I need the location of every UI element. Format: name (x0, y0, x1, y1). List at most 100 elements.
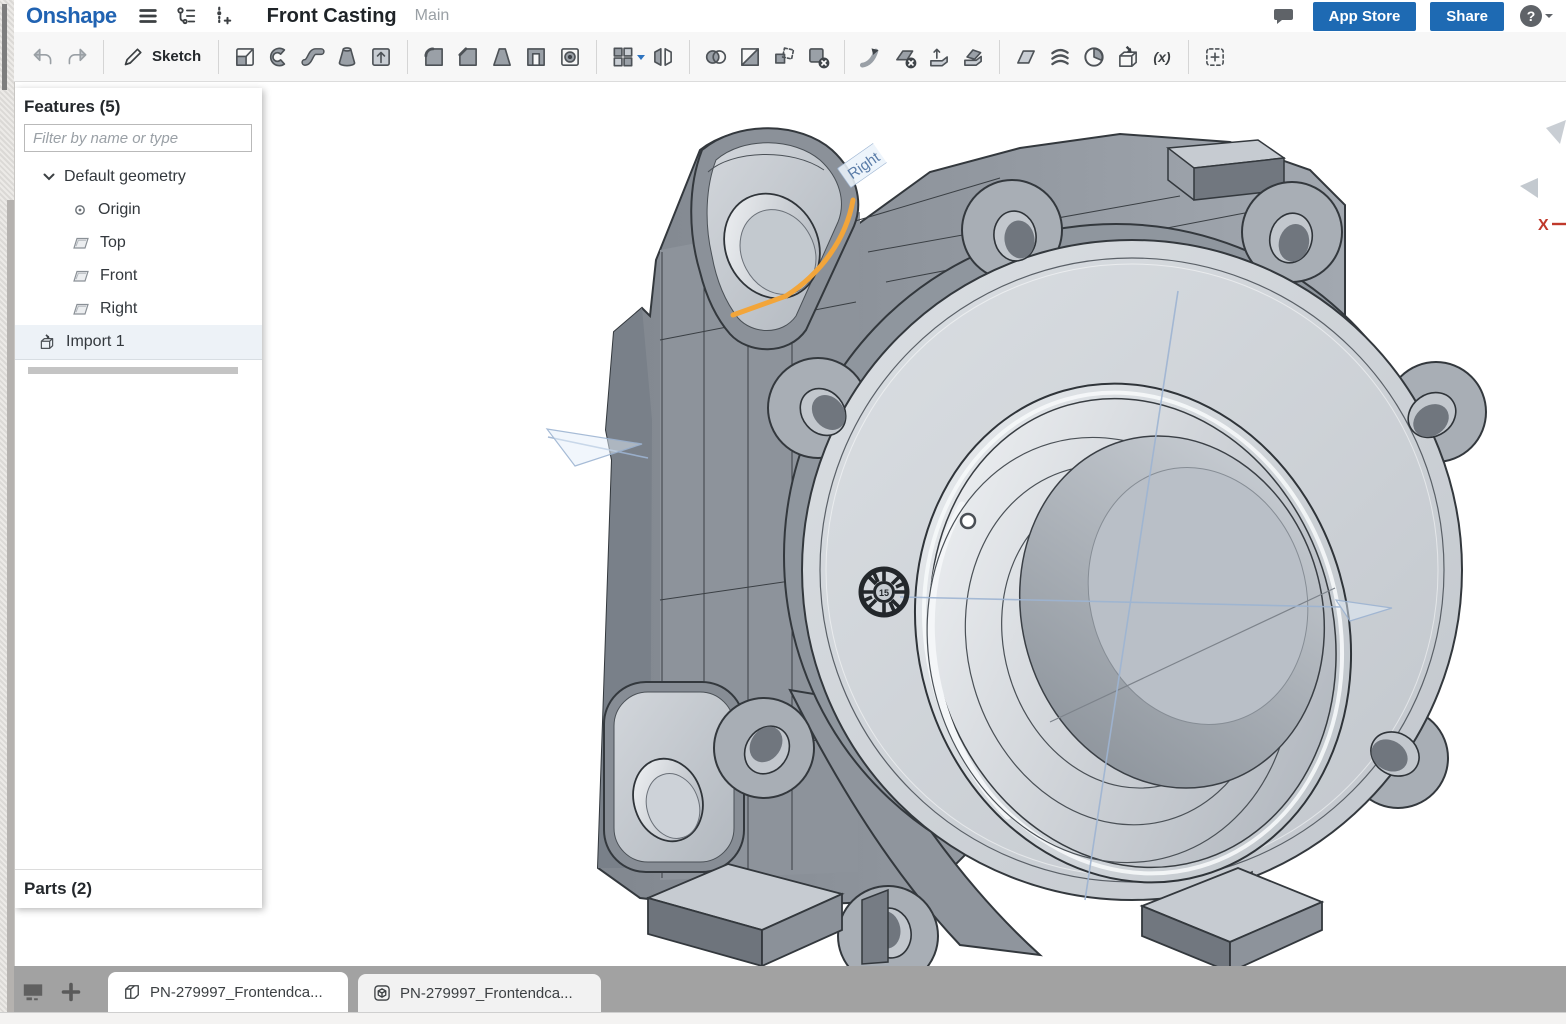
split-button[interactable] (733, 38, 767, 76)
feature-item-import[interactable]: Import 1 (14, 325, 262, 360)
create-version-button[interactable] (207, 3, 237, 29)
tab-assembly[interactable]: PN-279997_Frontendca... (358, 974, 601, 1012)
right-plane-tag[interactable]: Right (837, 135, 898, 188)
linear-pattern-button[interactable] (606, 38, 640, 76)
thicken-icon (368, 44, 394, 70)
part-studio-icon (122, 982, 142, 1002)
onshape-app: { "header": { "logo": "Onshape", "title"… (0, 0, 1566, 1024)
draft-icon (489, 44, 515, 70)
window-edge-strip (0, 0, 15, 1024)
feature-item-right-plane[interactable]: Right (14, 292, 262, 325)
bottom-status-strip (0, 1012, 1566, 1024)
features-empty-area (14, 374, 262, 869)
revolve-button[interactable] (262, 38, 296, 76)
redo-button[interactable] (60, 38, 94, 76)
hole-icon (557, 44, 583, 70)
feature-item-origin[interactable]: Origin (14, 193, 262, 226)
pencil-icon (121, 45, 145, 69)
delete-part-icon (805, 44, 831, 70)
feature-item-top-plane[interactable]: Top (14, 226, 262, 259)
parts-panel-header[interactable]: Parts (2) (14, 869, 262, 908)
origin-marker[interactable] (961, 514, 975, 528)
tab-manager-button[interactable] (14, 972, 52, 1012)
sweep-button[interactable] (296, 38, 330, 76)
app-store-button[interactable]: App Store (1313, 2, 1417, 31)
modify-fillet-button[interactable] (854, 38, 888, 76)
tab-label: PN-279997_Frontendca... (150, 984, 323, 1001)
helix-button[interactable] (1043, 38, 1077, 76)
chat-bubble-icon (1272, 4, 1296, 28)
sweep-icon (300, 44, 326, 70)
mirror-button[interactable] (646, 38, 680, 76)
history-button[interactable] (1077, 38, 1111, 76)
undo-button[interactable] (26, 38, 60, 76)
onshape-logo[interactable]: Onshape (26, 3, 117, 29)
support-rib[interactable] (862, 890, 888, 964)
transform-button[interactable] (767, 38, 801, 76)
rollback-bar[interactable] (28, 367, 238, 374)
hole-button[interactable] (553, 38, 587, 76)
help-menu[interactable]: ? (1520, 5, 1556, 27)
fillet-icon (421, 44, 447, 70)
workspace-name[interactable]: Main (415, 7, 450, 25)
fillet-button[interactable] (417, 38, 451, 76)
help-icon: ? (1520, 5, 1542, 27)
delete-face-icon (892, 44, 918, 70)
draft-button[interactable] (485, 38, 519, 76)
comments-button[interactable] (1269, 3, 1299, 29)
x-axis-label: X (1538, 217, 1566, 234)
tab-part-studio[interactable]: PN-279997_Frontendca... (108, 972, 348, 1012)
variable-icon: (x) (1149, 44, 1175, 70)
tab-manager-icon (20, 979, 46, 1005)
export-button[interactable] (1111, 38, 1145, 76)
modify-fillet-icon (858, 44, 884, 70)
feature-item-label: Top (100, 234, 126, 252)
revolve-icon (266, 44, 292, 70)
group-label: Default geometry (64, 168, 186, 186)
share-button[interactable]: Share (1430, 2, 1504, 31)
extrude-button[interactable] (228, 38, 262, 76)
feature-item-label: Right (100, 300, 137, 318)
export-icon (1115, 44, 1141, 70)
feature-toolbar: Sketch (14, 32, 1566, 82)
loft-button[interactable] (330, 38, 364, 76)
extrude-icon (232, 44, 258, 70)
plus-icon (59, 980, 83, 1004)
edge-strip-scrollbar[interactable] (7, 200, 14, 1012)
feature-item-front-plane[interactable]: Front (14, 259, 262, 292)
document-title[interactable]: Front Casting (267, 5, 397, 28)
replace-face-button[interactable] (956, 38, 990, 76)
assembly-icon (372, 983, 392, 1003)
redo-icon (64, 44, 90, 70)
chamfer-button[interactable] (451, 38, 485, 76)
versions-button[interactable] (171, 3, 201, 29)
move-face-icon (926, 44, 952, 70)
shell-icon (523, 44, 549, 70)
plane-icon (1013, 44, 1039, 70)
feature-filter-input[interactable] (24, 124, 252, 152)
svg-text:15: 15 (879, 588, 889, 598)
variable-button[interactable]: (x) (1145, 38, 1179, 76)
plane-icon (72, 235, 90, 251)
insert-feature-button[interactable] (1198, 38, 1232, 76)
delete-face-button[interactable] (888, 38, 922, 76)
create-version-icon (211, 5, 233, 27)
shell-button[interactable] (519, 38, 553, 76)
view-cube-fragment[interactable] (1520, 120, 1566, 198)
delete-part-button[interactable] (801, 38, 835, 76)
chevron-down-icon[interactable] (42, 170, 56, 184)
main-menu-button[interactable] (133, 3, 163, 29)
undo-icon (30, 44, 56, 70)
new-tab-button[interactable] (52, 972, 90, 1012)
feature-item-label: Front (100, 267, 137, 285)
plane-button[interactable] (1009, 38, 1043, 76)
boolean-button[interactable] (699, 38, 733, 76)
default-geometry-group[interactable]: Default geometry (14, 160, 262, 193)
move-face-button[interactable] (922, 38, 956, 76)
replace-face-icon (960, 44, 986, 70)
pattern-dropdown-caret[interactable] (636, 53, 646, 61)
thicken-button[interactable] (364, 38, 398, 76)
sketch-button[interactable]: Sketch (113, 38, 209, 76)
split-icon (737, 44, 763, 70)
plane-icon (72, 301, 90, 317)
